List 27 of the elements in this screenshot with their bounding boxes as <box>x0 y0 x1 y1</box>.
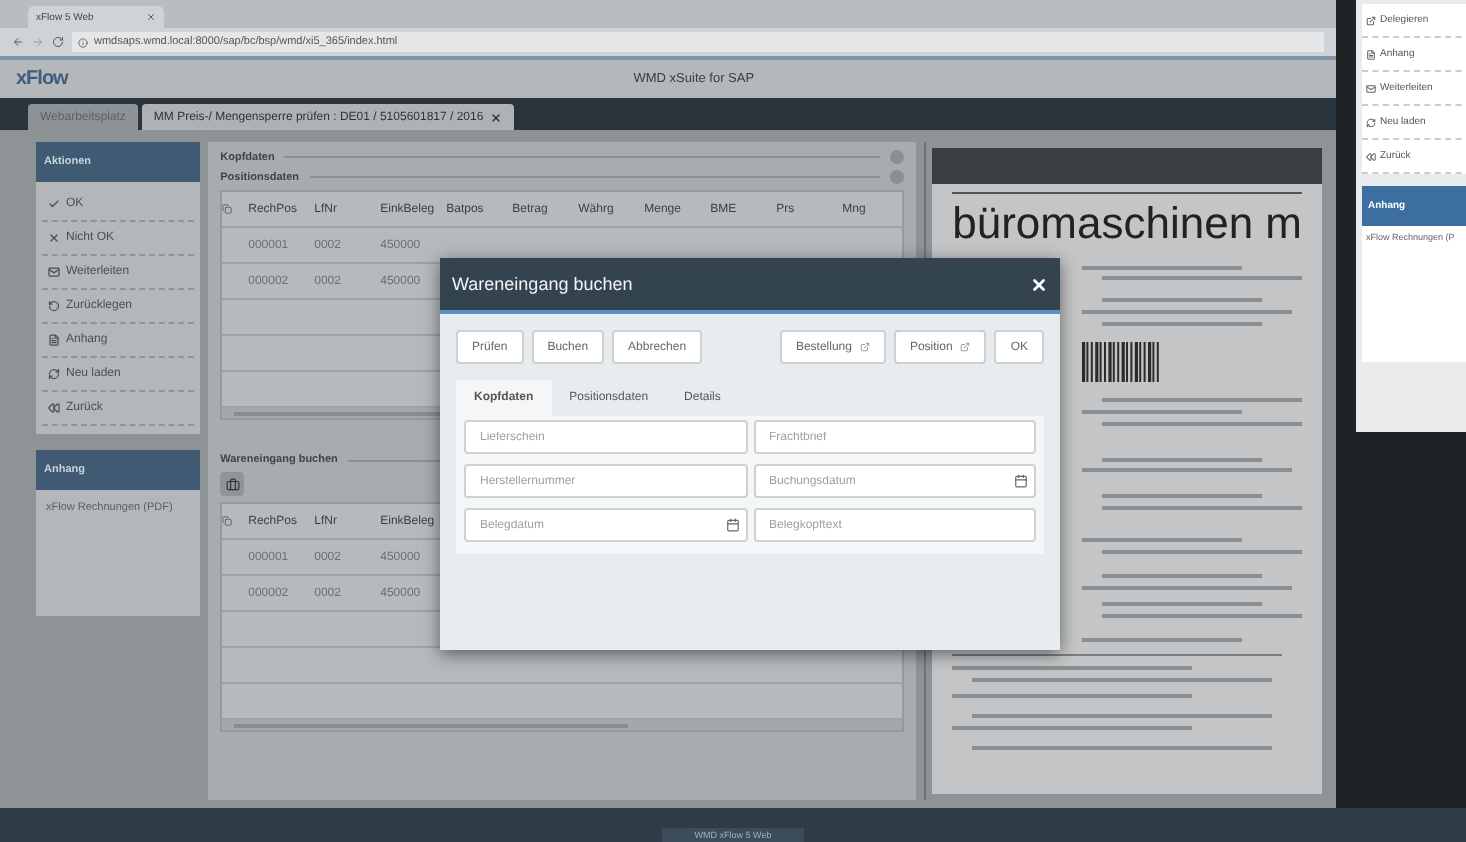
close-icon[interactable] <box>489 111 502 123</box>
undo-icon <box>48 300 60 312</box>
horizontal-scrollbar[interactable] <box>222 720 903 730</box>
rewind-icon <box>1366 151 1376 161</box>
document-icon <box>1366 49 1376 59</box>
document-heading: büromaschinen m <box>952 192 1302 250</box>
envelope-icon <box>1366 83 1376 93</box>
rewind-icon <box>48 402 60 414</box>
external-link-icon <box>960 342 971 352</box>
calendar-icon[interactable] <box>725 518 739 532</box>
toolbar-button[interactable] <box>220 472 245 496</box>
cross-icon <box>48 232 60 244</box>
copy-icon[interactable] <box>222 516 233 526</box>
reload-icon[interactable] <box>52 36 64 48</box>
envelope-icon <box>48 266 60 278</box>
calendar-icon[interactable] <box>1014 474 1028 488</box>
refresh-icon <box>48 368 60 380</box>
external-link-icon <box>859 342 870 352</box>
check-icon <box>48 198 60 210</box>
refresh-icon <box>1366 117 1376 127</box>
document-icon <box>48 334 60 346</box>
copy-icon[interactable] <box>222 204 233 214</box>
logo: xFlow <box>16 68 68 90</box>
external-link-icon <box>1366 15 1376 25</box>
info-icon <box>78 37 88 47</box>
back-icon[interactable] <box>12 36 24 48</box>
dialog-title: Wareneingang buchen <box>452 274 633 294</box>
